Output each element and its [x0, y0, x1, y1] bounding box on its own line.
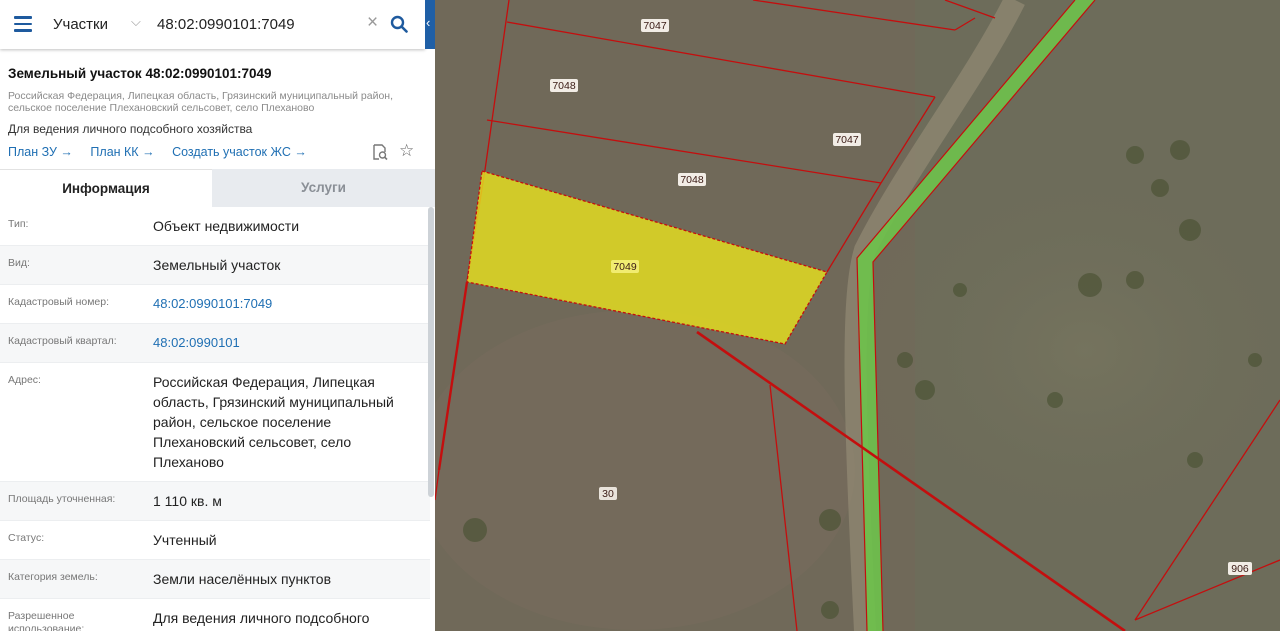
info-value: 1 110 кв. м: [153, 493, 222, 509]
info-row-type: Тип: Объект недвижимости: [0, 207, 430, 246]
object-purpose: Для ведения личного подсобного хозяйства: [8, 122, 253, 136]
info-label: Статус:: [8, 532, 45, 544]
info-panel: Участки ⌵ × Земельный участок 48:02:0990…: [0, 0, 435, 631]
info-label: Категория земель:: [8, 571, 98, 583]
info-row-kind: Вид: Земельный участок: [0, 246, 430, 285]
close-icon[interactable]: ×: [367, 13, 378, 33]
info-row-permitted-use: Разрешенное использование: Для ведения л…: [0, 599, 430, 631]
action-links: План ЗУ → План КК → Создать участок ЖС →: [8, 145, 321, 159]
info-row-cadastral-quarter: Кадастровый квартал: 48:02:0990101: [0, 324, 430, 363]
scrollbar[interactable]: [428, 207, 434, 497]
map-canvas[interactable]: 7047 7048 7047 7048 7049 30 906: [435, 0, 1280, 631]
document-search-icon[interactable]: [371, 143, 389, 161]
info-label: Кадастровый квартал:: [8, 335, 117, 347]
parcel-label-selected[interactable]: 7049: [613, 261, 637, 273]
search-bar: Участки ⌵ ×: [0, 0, 425, 49]
tab-services[interactable]: Услуги: [212, 169, 435, 207]
tab-information[interactable]: Информация: [0, 169, 212, 207]
info-table: Тип: Объект недвижимости Вид: Земельный …: [0, 207, 430, 631]
chevron-down-icon[interactable]: ⌵: [131, 14, 141, 30]
plan-kk-link[interactable]: План КК →: [90, 145, 154, 159]
tabs: Информация Услуги: [0, 169, 435, 207]
object-address: Российская Федерация, Липецкая область, …: [8, 90, 393, 114]
parcel-label[interactable]: 7048: [680, 174, 704, 186]
parcel-label[interactable]: 906: [1231, 563, 1249, 575]
search-input[interactable]: [151, 10, 361, 38]
info-value: Земельный участок: [153, 257, 281, 273]
collapse-panel-button[interactable]: ‹: [425, 0, 435, 49]
search-icon[interactable]: [390, 15, 408, 33]
info-row-status: Статус: Учтенный: [0, 521, 430, 560]
info-value: Учтенный: [153, 532, 217, 548]
info-label: Тип:: [8, 218, 29, 230]
create-parcel-link[interactable]: Создать участок ЖС →: [172, 145, 307, 159]
info-row-cadastral-number: Кадастровый номер: 48:02:0990101:7049: [0, 285, 430, 324]
parcel-label[interactable]: 30: [602, 488, 614, 500]
cadastral-quarter-link[interactable]: 48:02:0990101: [153, 324, 430, 362]
parcel-label[interactable]: 7047: [643, 20, 667, 32]
info-value: Российская Федерация, Липецкая область, …: [153, 374, 394, 470]
chevron-left-icon: ‹: [426, 15, 431, 30]
info-row-land-category: Категория земель: Земли населённых пункт…: [0, 560, 430, 599]
info-label: Вид:: [8, 257, 30, 269]
plan-zu-link[interactable]: План ЗУ →: [8, 145, 73, 159]
info-label: Адрес:: [8, 374, 41, 386]
cadastral-number-link[interactable]: 48:02:0990101:7049: [153, 285, 430, 323]
info-value: Для ведения личного подсобного хозяйства: [153, 610, 370, 631]
info-label: Разрешенное использование:: [8, 610, 85, 631]
category-select[interactable]: Участки: [53, 16, 108, 33]
info-value: Объект недвижимости: [153, 218, 300, 234]
menu-icon[interactable]: [14, 16, 32, 32]
info-row-area: Площадь уточненная: 1 110 кв. м: [0, 482, 430, 521]
parcel-label[interactable]: 7048: [552, 80, 576, 92]
info-label: Кадастровый номер:: [8, 296, 110, 308]
info-value: Земли населённых пунктов: [153, 571, 332, 587]
parcel-label[interactable]: 7047: [835, 134, 859, 146]
star-icon[interactable]: ☆: [399, 142, 414, 160]
info-row-address: Адрес: Российская Федерация, Липецкая об…: [0, 363, 430, 482]
object-title: Земельный участок 48:02:0990101:7049: [8, 66, 272, 81]
info-label: Площадь уточненная:: [8, 493, 116, 505]
map-view[interactable]: 7047 7048 7047 7048 7049 30 906: [435, 0, 1280, 631]
